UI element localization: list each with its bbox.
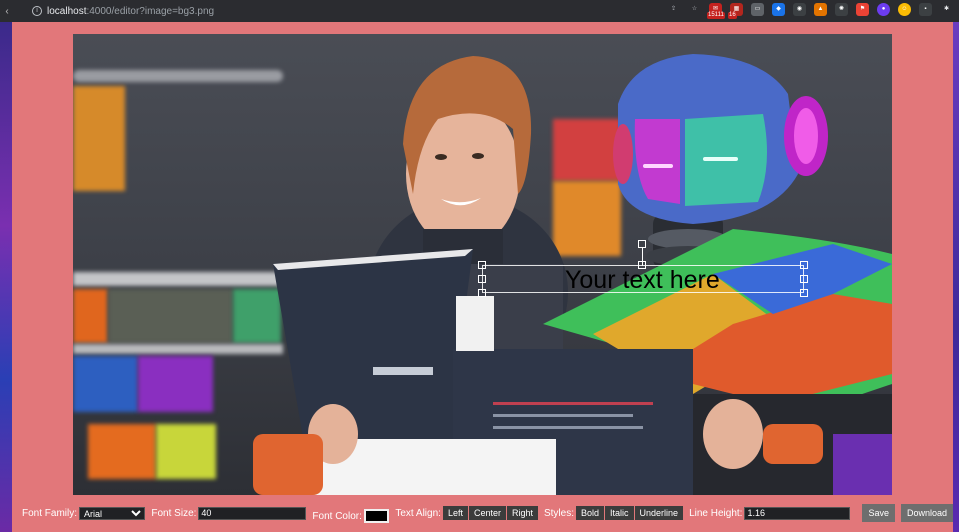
camera-extension-icon[interactable]: ◉: [793, 3, 806, 16]
line-height-input[interactable]: [744, 506, 851, 520]
flag-extension-icon[interactable]: ⚑: [856, 3, 869, 16]
editor-toolbar: Font Family: Arial Font Size: Font Color…: [12, 500, 953, 526]
site-info-icon[interactable]: i: [32, 6, 42, 16]
browser-address-bar: ‹ i localhost:4000/editor?image=bg3.png …: [0, 0, 959, 22]
text-overlay-box[interactable]: Your text here: [478, 240, 808, 297]
font-family-select[interactable]: Arial: [79, 506, 146, 520]
editor-page: Your text here Font Family: Arial Font S…: [12, 22, 953, 532]
circle-extension-icon[interactable]: ●: [877, 3, 890, 16]
download-button[interactable]: Download: [900, 504, 953, 522]
resize-handle-mid-right[interactable]: [800, 275, 808, 283]
desktop-wallpaper-edge-right: [953, 22, 959, 532]
resize-handle-top-right[interactable]: [800, 261, 808, 269]
text-align-label: Text Align:: [395, 507, 441, 519]
overlay-text[interactable]: Your text here: [565, 265, 720, 295]
resize-handle-bottom-left[interactable]: [478, 289, 486, 297]
desktop-wallpaper-edge: [0, 22, 12, 532]
share-icon[interactable]: ⇪: [667, 3, 680, 16]
openai-extension-icon[interactable]: ✺: [835, 3, 848, 16]
font-family-label: Font Family:: [22, 507, 78, 519]
save-button[interactable]: Save: [862, 504, 895, 522]
image-canvas[interactable]: Your text here: [73, 34, 892, 495]
calendar-badge: 16: [728, 12, 737, 19]
resize-handle-mid-left[interactable]: [478, 275, 486, 283]
resize-handle-top-left[interactable]: [478, 261, 486, 269]
align-center-button[interactable]: Center: [468, 506, 506, 520]
ext-extension-icon[interactable]: ▪: [919, 3, 932, 16]
italic-button[interactable]: Italic: [605, 506, 634, 520]
line-height-label: Line Height:: [689, 507, 743, 519]
font-color-picker[interactable]: [363, 509, 390, 523]
font-size-input[interactable]: [198, 506, 307, 520]
font-size-label: Font Size:: [151, 507, 197, 519]
drive-extension-icon[interactable]: ◆: [772, 3, 785, 16]
face-extension-icon[interactable]: ☺: [898, 3, 911, 16]
fox-extension-icon[interactable]: ▲: [814, 3, 827, 16]
resize-handle-bottom-right[interactable]: [800, 289, 808, 297]
underline-button[interactable]: Underline: [634, 506, 684, 520]
url-path: :4000/editor?image=bg3.png: [86, 5, 215, 17]
url-field[interactable]: localhost:4000/editor?image=bg3.png: [47, 6, 214, 17]
star-icon[interactable]: ☆: [688, 3, 701, 16]
mail-extension-icon[interactable]: ✉ 15111: [707, 3, 725, 19]
screen-extension-icon[interactable]: ▭: [751, 3, 764, 16]
rotate-handle[interactable]: [638, 240, 646, 248]
align-left-button[interactable]: Left: [442, 506, 468, 520]
puzzle-icon[interactable]: ✱: [940, 3, 953, 16]
mail-badge: 15111: [707, 12, 725, 19]
back-icon[interactable]: ‹: [0, 6, 14, 17]
extensions-row: ⇪ ☆ ✉ 15111 ▦ 16 ▭ ◆ ◉ ▲ ✺ ⚑ ● ☺ ▪ ✱: [667, 3, 953, 19]
url-host: localhost: [47, 5, 87, 17]
align-right-button[interactable]: Right: [506, 506, 538, 520]
font-color-label: Font Color:: [312, 510, 362, 522]
calendar-extension-icon[interactable]: ▦ 16: [728, 3, 743, 19]
styles-label: Styles:: [543, 507, 574, 519]
bold-button[interactable]: Bold: [576, 506, 605, 520]
